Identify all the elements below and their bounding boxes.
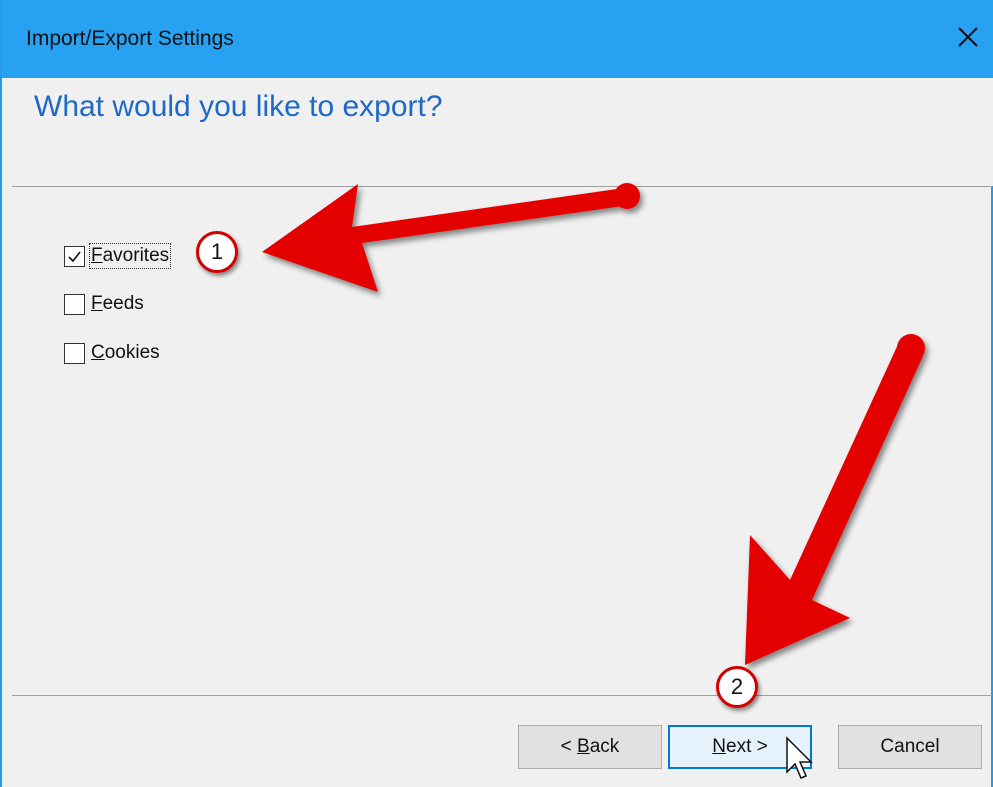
checkbox-box[interactable] <box>64 342 85 364</box>
cookies-label: Cookies <box>91 342 160 363</box>
import-export-dialog: Import/Export Settings What would you li… <box>0 0 993 787</box>
checkbox-box[interactable] <box>64 245 85 267</box>
back-button[interactable]: < Back <box>518 725 662 769</box>
favorites-checkbox[interactable]: Favorites <box>64 242 172 270</box>
title-bar: Import/Export Settings <box>2 0 993 78</box>
cancel-button[interactable]: Cancel <box>838 725 982 769</box>
header-divider <box>12 186 992 187</box>
cookies-checkbox[interactable]: Cookies <box>64 339 160 367</box>
feeds-label: Feeds <box>91 293 144 314</box>
page-heading: What would you like to export? <box>34 90 443 123</box>
checkmark-icon <box>68 251 81 262</box>
step-badge-1: 1 <box>196 231 238 273</box>
checkbox-box[interactable] <box>64 293 85 315</box>
wizard-header: What would you like to export? <box>2 78 993 186</box>
next-button[interactable]: Next > <box>668 725 812 769</box>
favorites-label: Favorites <box>88 243 172 269</box>
footer-divider <box>12 695 992 696</box>
close-icon[interactable] <box>951 20 985 54</box>
step-badge-2: 2 <box>716 666 758 708</box>
feeds-checkbox[interactable]: Feeds <box>64 290 144 318</box>
window-title: Import/Export Settings <box>26 27 234 50</box>
